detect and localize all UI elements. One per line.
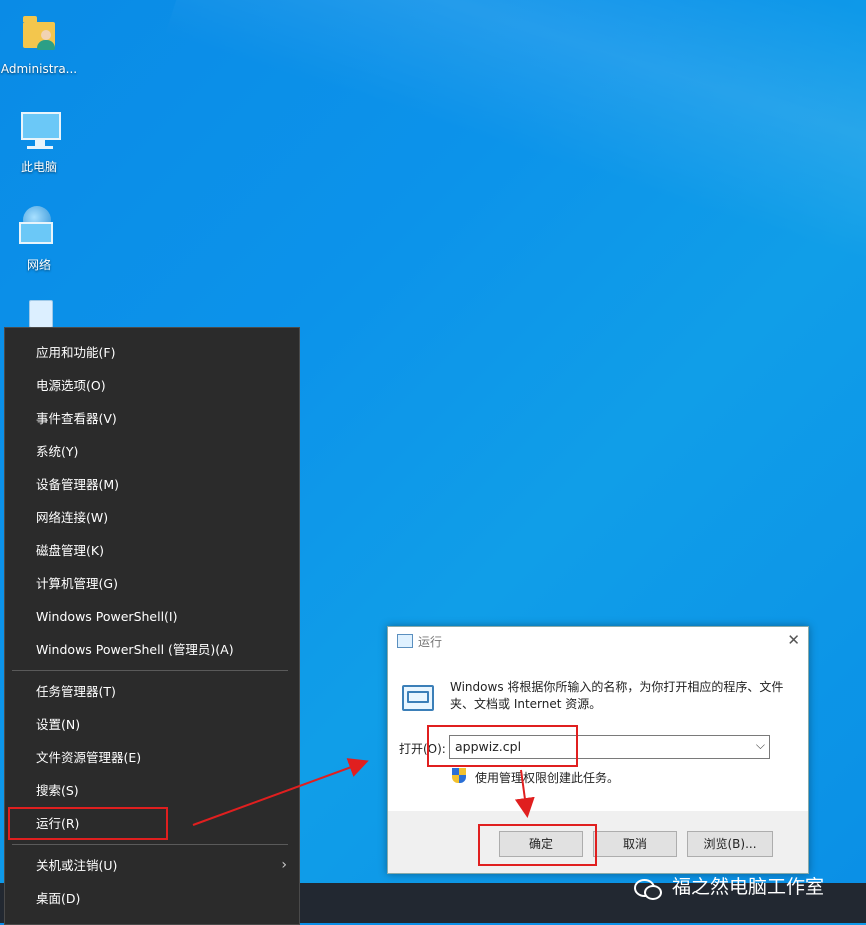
wechat-icon bbox=[634, 877, 662, 900]
watermark: 福之然电脑工作室 bbox=[634, 872, 825, 900]
watermark-text: 福之然电脑工作室 bbox=[672, 876, 825, 898]
arrow-to-ok-button bbox=[514, 769, 535, 818]
arrow-to-dialog bbox=[192, 758, 369, 826]
annotation-arrows bbox=[192, 758, 535, 826]
